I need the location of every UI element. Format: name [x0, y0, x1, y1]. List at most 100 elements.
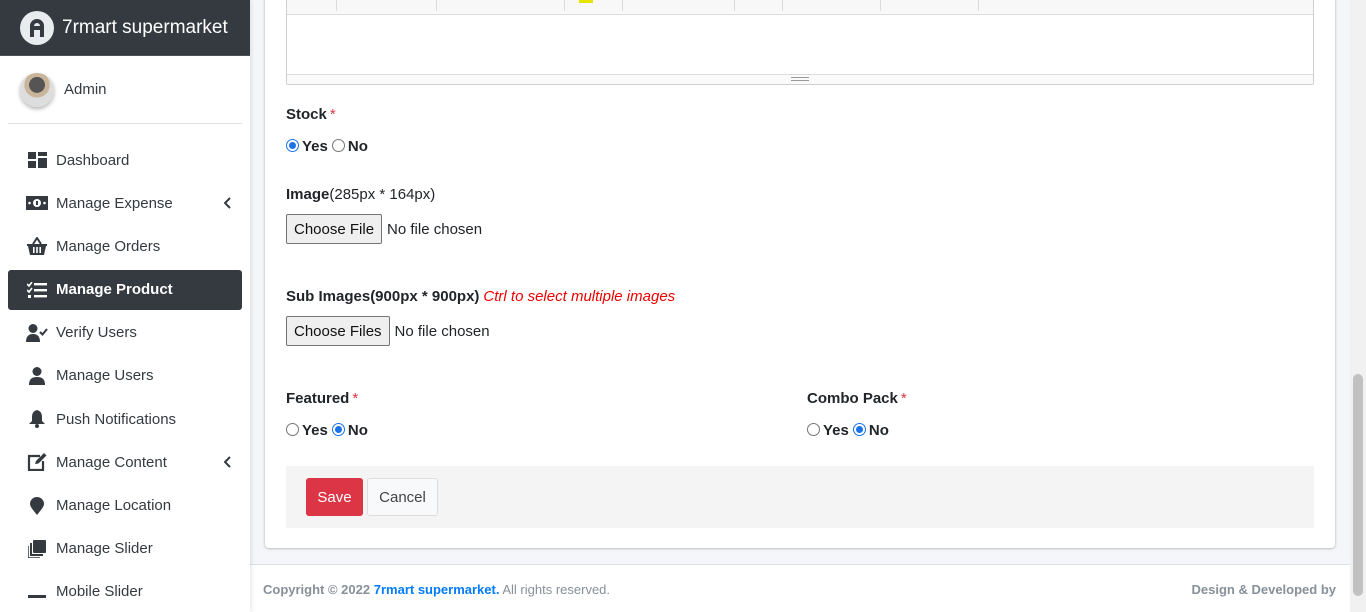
chevron-left-icon[interactable]: [223, 455, 232, 472]
sidebar-item-mobile-slider[interactable]: Mobile Slider: [8, 572, 242, 612]
footer: Copyright © 2022 7rmart supermarket. All…: [250, 564, 1350, 612]
sidebar-nav: Dashboard Manage Expense Manage Orders M…: [0, 140, 250, 612]
sidebar-item-label: Manage Orders: [56, 237, 161, 255]
featured-label: Featured *: [286, 390, 358, 407]
combo-yes-label[interactable]: Yes: [823, 422, 849, 439]
combo-no-label[interactable]: No: [869, 422, 889, 439]
stock-yes-label[interactable]: Yes: [302, 138, 328, 155]
page-scrollbar[interactable]: [1350, 0, 1366, 612]
sidebar-item-label: Manage Product: [56, 281, 173, 299]
sidebar-item-manage-content[interactable]: Manage Content: [8, 442, 242, 482]
sidebar-item-manage-users[interactable]: Manage Users: [8, 356, 242, 396]
required-mark: *: [352, 390, 359, 407]
featured-yes-label[interactable]: Yes: [302, 422, 328, 439]
sidebar-item-label: Manage Expense: [56, 194, 173, 212]
user-name: Admin: [64, 81, 107, 98]
sidebar-item-label: Mobile Slider: [56, 583, 143, 601]
stock-label: Stock *: [286, 106, 336, 123]
rights-text: All rights reserved.: [502, 582, 611, 597]
combo-yes-radio[interactable]: [807, 423, 820, 436]
featured-no-radio[interactable]: [331, 423, 345, 436]
save-button[interactable]: Save: [306, 478, 363, 516]
list-check-icon: [26, 280, 48, 300]
footer-brand-link[interactable]: 7rmart supermarket.: [374, 582, 500, 597]
description-editor[interactable]: [286, 0, 1314, 85]
featured-no-label[interactable]: No: [348, 422, 368, 439]
sidebar-item-manage-product[interactable]: Manage Product: [8, 269, 242, 310]
sidebar-item-manage-slider[interactable]: Manage Slider: [8, 529, 242, 569]
money-icon: [26, 193, 48, 213]
grip-icon: [791, 77, 809, 81]
sidebar: 7rmart supermarket Admin Dashboard Manag…: [0, 0, 250, 612]
sub-images-hint: Ctrl to select multiple images: [483, 288, 676, 305]
toolbar-group[interactable]: [737, 0, 783, 11]
image-label-text: Image: [286, 186, 330, 203]
stock-no-label[interactable]: No: [348, 138, 368, 155]
toolbar-group[interactable]: [785, 0, 881, 11]
footer-copyright: Copyright © 2022 7rmart supermarket. All…: [263, 582, 610, 597]
sidebar-item-verify-users[interactable]: Verify Users: [8, 313, 242, 353]
editor-resize-handle[interactable]: [287, 74, 1313, 84]
toolbar-group[interactable]: [883, 0, 979, 11]
choose-files-button[interactable]: Choose Files: [286, 316, 390, 346]
sub-images-file-input: Choose Files No file chosen: [286, 316, 490, 346]
combo-pack-label: Combo Pack *: [807, 390, 907, 407]
sidebar-item-push-notifications[interactable]: Push Notifications: [8, 399, 242, 439]
stock-label-text: Stock: [286, 106, 327, 123]
sidebar-item-label: Push Notifications: [56, 410, 177, 428]
user-icon: [26, 366, 48, 386]
user-panel[interactable]: Admin: [8, 56, 242, 124]
avatar: [20, 72, 54, 107]
toolbar-group[interactable]: [567, 0, 623, 11]
sub-images-label-text: Sub Images(900px * 900px): [286, 288, 480, 305]
footer-credit: Design & Developed by: [1191, 582, 1336, 597]
image-size-hint: (285px * 164px): [329, 186, 436, 203]
editor-toolbar: [287, 0, 1313, 15]
edit-icon: [26, 452, 48, 472]
map-marker-icon: [26, 496, 48, 516]
form-actions: Save Cancel: [286, 466, 1314, 528]
combo-pack-radio-group: Yes No: [807, 422, 893, 439]
dashboard-icon: [26, 150, 48, 170]
sidebar-item-label: Dashboard: [56, 151, 130, 169]
stock-yes-radio[interactable]: [286, 139, 299, 152]
featured-yes-radio[interactable]: [286, 423, 299, 436]
slides-icon: [26, 539, 48, 559]
toolbar-group[interactable]: [439, 0, 565, 11]
minus-icon: [26, 582, 48, 602]
toolbar-group[interactable]: [625, 0, 735, 11]
file-status: No file chosen: [394, 322, 490, 340]
combo-pack-label-text: Combo Pack: [807, 390, 898, 407]
sidebar-item-label: Manage Slider: [56, 540, 153, 558]
image-file-input: Choose File No file chosen: [286, 214, 482, 244]
copyright-text: Copyright © 2022: [263, 582, 371, 597]
required-mark: *: [900, 390, 907, 407]
required-mark: *: [329, 106, 336, 123]
chevron-left-icon[interactable]: [223, 196, 232, 213]
sidebar-item-label: Manage Content: [56, 453, 167, 471]
brand-name: 7rmart supermarket: [62, 16, 228, 38]
brand-link[interactable]: 7rmart supermarket: [0, 0, 250, 56]
toolbar-group[interactable]: [287, 0, 337, 11]
scrollbar-thumb[interactable]: [1353, 374, 1363, 596]
choose-file-button[interactable]: Choose File: [286, 214, 383, 244]
highlight-color-icon: [579, 0, 593, 3]
combo-no-radio[interactable]: [852, 423, 866, 436]
bell-icon: [26, 409, 48, 429]
image-label: Image(285px * 164px): [286, 186, 435, 203]
sidebar-item-label: Verify Users: [56, 324, 137, 342]
sub-images-label: Sub Images(900px * 900px) Ctrl to select …: [286, 288, 675, 305]
sidebar-item-manage-orders[interactable]: Manage Orders: [8, 226, 242, 266]
basket-icon: [26, 236, 48, 256]
featured-label-text: Featured: [286, 390, 350, 407]
sidebar-item-dashboard[interactable]: Dashboard: [8, 140, 242, 180]
cancel-button[interactable]: Cancel: [367, 478, 438, 516]
sidebar-item-manage-expense[interactable]: Manage Expense: [8, 183, 242, 223]
file-status: No file chosen: [387, 220, 483, 238]
toolbar-group[interactable]: [339, 0, 437, 11]
user-check-icon: [26, 323, 48, 343]
stock-no-radio[interactable]: [331, 139, 345, 152]
sidebar-item-manage-location[interactable]: Manage Location: [8, 486, 242, 526]
stock-radio-group: Yes No: [286, 138, 372, 155]
brand-logo-icon: [20, 10, 54, 45]
